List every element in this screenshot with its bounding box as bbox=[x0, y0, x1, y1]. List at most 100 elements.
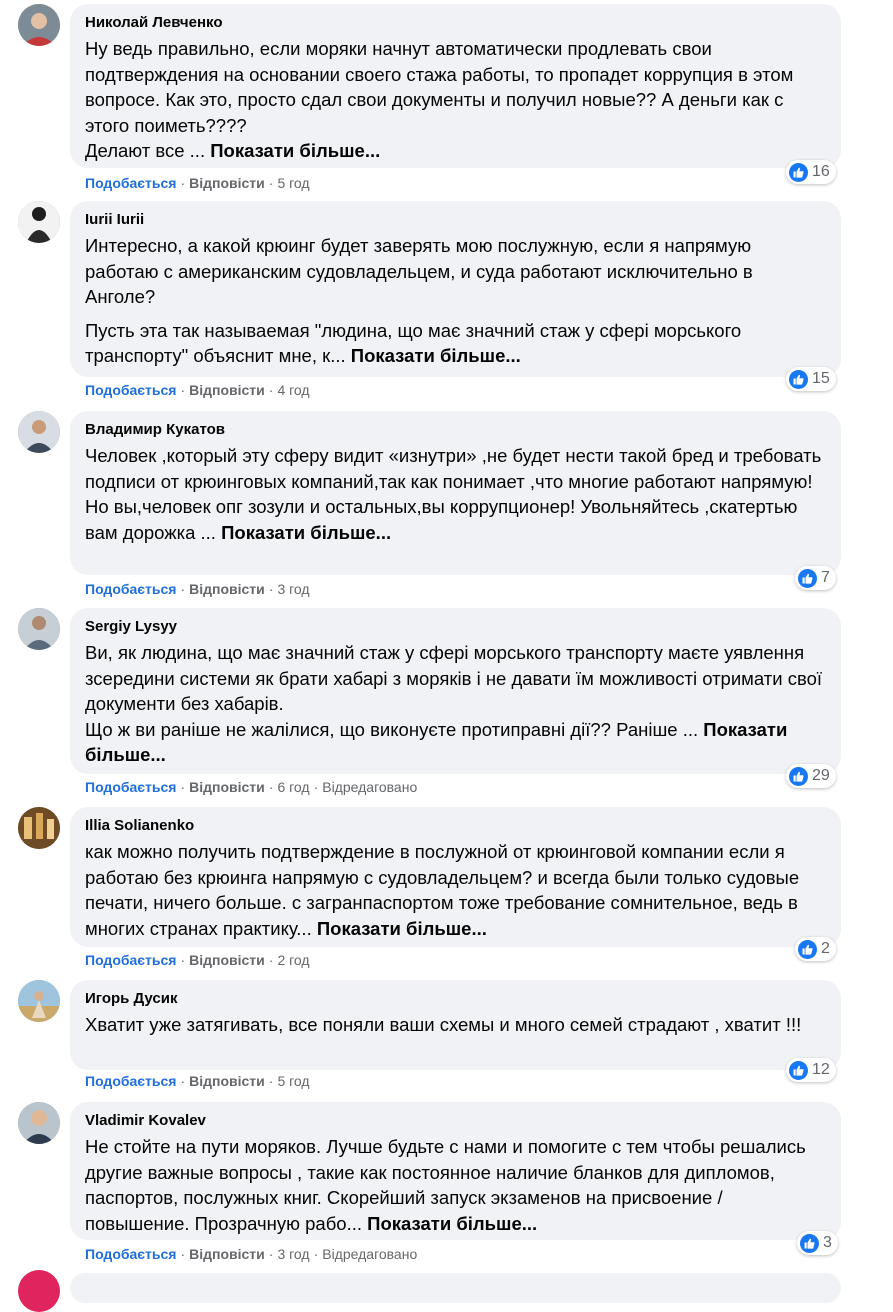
avatar[interactable] bbox=[18, 1270, 60, 1312]
comment-time[interactable]: 3 год bbox=[277, 581, 309, 597]
show-more-link[interactable]: Показати більше... bbox=[351, 345, 521, 366]
comment-time[interactable]: 4 год bbox=[277, 382, 309, 398]
comment-actions: Подобається · Відповісти · 5 год bbox=[85, 1072, 310, 1090]
avatar[interactable] bbox=[18, 411, 60, 453]
avatar[interactable] bbox=[18, 1102, 60, 1144]
avatar[interactable] bbox=[18, 4, 60, 46]
like-button[interactable]: Подобається bbox=[85, 175, 176, 191]
comment-actions: Подобається · Відповісти · 4 год bbox=[85, 381, 310, 399]
separator: · bbox=[268, 382, 274, 398]
comment-time[interactable]: 5 год bbox=[277, 1073, 309, 1089]
thumbs-up-icon bbox=[789, 1060, 808, 1080]
separator: · bbox=[180, 382, 186, 398]
avatar[interactable] bbox=[18, 807, 60, 849]
avatar[interactable] bbox=[18, 608, 60, 650]
comment-paragraph: Хватит уже затягивать, все поняли ваши с… bbox=[85, 1014, 802, 1035]
reaction-number: 16 bbox=[812, 163, 830, 180]
comment-paragraph: Ви, як людина, що має значний стаж у сфе… bbox=[85, 642, 823, 714]
thumbs-up-icon bbox=[789, 369, 808, 389]
reaction-count[interactable]: 7 bbox=[795, 566, 836, 590]
comment-bubble: Владимир Кукатов Человек ,который эту сф… bbox=[70, 411, 841, 575]
comment-text: Не стойте на пути моряков. Лучше будьте … bbox=[85, 1134, 826, 1236]
reaction-count[interactable]: 16 bbox=[786, 160, 836, 184]
show-more-link[interactable]: Показати більше... bbox=[210, 140, 380, 161]
comment-bubble: Sergiy Lysyy Ви, як людина, що має значн… bbox=[70, 608, 841, 774]
comment-paragraph-last: Що ж ви раніше не жалілися, що виконуєте… bbox=[85, 717, 826, 768]
comment-paragraph-text: Що ж ви раніше не жалілися, що виконуєте… bbox=[85, 718, 699, 740]
comment-text: как можно получить подтверждение в послу… bbox=[85, 839, 826, 941]
like-button[interactable]: Подобається bbox=[85, 581, 176, 597]
avatar[interactable] bbox=[18, 201, 60, 243]
reaction-number: 29 bbox=[812, 767, 830, 784]
like-button[interactable]: Подобається bbox=[85, 1073, 176, 1089]
comment-actions: Подобається · Відповісти · 6 год · Відредагова… bbox=[85, 778, 417, 796]
avatar[interactable] bbox=[18, 980, 60, 1022]
reply-button[interactable]: Відповісти bbox=[189, 175, 265, 191]
comment-author[interactable]: Sergiy Lysyy bbox=[85, 617, 826, 637]
separator: · bbox=[180, 581, 186, 597]
comment-bubble: Iurii Iurii Интересно, а какой крюинг бу… bbox=[70, 201, 841, 377]
comment-bubble: Illia Solianenko как можно получить подт… bbox=[70, 807, 841, 947]
like-button[interactable]: Подобається bbox=[85, 779, 176, 795]
reaction-count[interactable]: 12 bbox=[786, 1058, 836, 1082]
comment-bubble bbox=[70, 1273, 841, 1303]
reaction-count[interactable]: 29 bbox=[786, 764, 836, 788]
show-more-link[interactable]: Показати більше... bbox=[221, 522, 391, 543]
comment-paragraph-last: Но вы,человек опг зозули и остальных,вы … bbox=[85, 494, 826, 545]
like-button[interactable]: Подобається bbox=[85, 382, 176, 398]
reaction-count[interactable]: 15 bbox=[786, 367, 836, 391]
separator: · bbox=[268, 581, 274, 597]
separator: · bbox=[313, 779, 319, 795]
edited-label: Відредаговано bbox=[322, 1246, 418, 1262]
separator: · bbox=[268, 779, 274, 795]
reply-button[interactable]: Відповісти bbox=[189, 1073, 265, 1089]
edited-label: Відредаговано bbox=[322, 779, 418, 795]
separator: · bbox=[180, 779, 186, 795]
comment-time[interactable]: 2 год bbox=[277, 952, 309, 968]
comment-author[interactable]: Vladimir Kovalev bbox=[85, 1111, 826, 1131]
comment-actions: Подобається · Відповісти · 3 год bbox=[85, 580, 310, 598]
comment-paragraph-last: Делают все ... Показати більше... bbox=[85, 138, 826, 164]
separator: · bbox=[268, 952, 274, 968]
comment-author[interactable]: Iurii Iurii bbox=[85, 210, 826, 230]
thumbs-up-icon bbox=[798, 568, 817, 588]
comment-paragraph-last: как можно получить подтверждение в послу… bbox=[85, 839, 826, 941]
reaction-count[interactable]: 2 bbox=[795, 937, 836, 961]
comment-time[interactable]: 6 год bbox=[277, 779, 309, 795]
show-more-link[interactable]: Показати більше... bbox=[317, 918, 487, 939]
comment-actions: Подобається · Відповісти · 5 год bbox=[85, 174, 310, 192]
comment-text: Интересно, а какой крюинг будет заверять… bbox=[85, 233, 826, 369]
comment-text: Ну ведь правильно, если моряки начнут ав… bbox=[85, 36, 826, 164]
comment-bubble: Vladimir Kovalev Не стойте на пути моряк… bbox=[70, 1102, 841, 1240]
comment-paragraph: Интересно, а какой крюинг будет заверять… bbox=[85, 235, 753, 307]
like-button[interactable]: Подобається bbox=[85, 1246, 176, 1262]
reaction-number: 2 bbox=[821, 940, 830, 957]
reaction-number: 12 bbox=[812, 1061, 830, 1078]
comment-text: Хватит уже затягивать, все поняли ваши с… bbox=[85, 1012, 826, 1038]
comment-author[interactable]: Illia Solianenko bbox=[85, 816, 826, 836]
reply-button[interactable]: Відповісти bbox=[189, 382, 265, 398]
comment-author[interactable]: Николай Левченко bbox=[85, 13, 826, 33]
separator: · bbox=[313, 1246, 319, 1262]
reply-button[interactable]: Відповісти bbox=[189, 779, 265, 795]
reply-button[interactable]: Відповісти bbox=[189, 1246, 265, 1262]
thumbs-up-icon bbox=[800, 1233, 819, 1253]
separator: · bbox=[180, 175, 186, 191]
reply-button[interactable]: Відповісти bbox=[189, 952, 265, 968]
comment-actions: Подобається · Відповісти · 3 год · Відредагова… bbox=[85, 1245, 417, 1263]
reaction-number: 3 bbox=[823, 1234, 832, 1251]
comment-paragraph: Человек ,который эту сферу видит «изнутр… bbox=[85, 445, 822, 492]
separator: · bbox=[180, 952, 186, 968]
comment-time[interactable]: 5 год bbox=[277, 175, 309, 191]
comment-actions: Подобається · Відповісти · 2 год bbox=[85, 951, 310, 969]
comment-author[interactable]: Игорь Дусик bbox=[85, 989, 826, 1009]
comment-time[interactable]: 3 год bbox=[277, 1246, 309, 1262]
reply-button[interactable]: Відповісти bbox=[189, 581, 265, 597]
comment-author[interactable]: Владимир Кукатов bbox=[85, 420, 826, 440]
reaction-count[interactable]: 3 bbox=[797, 1231, 838, 1255]
comment-paragraph-last: Не стойте на пути моряков. Лучше будьте … bbox=[85, 1134, 826, 1236]
comment-paragraph-text: Но вы,человек опг зозули и остальных,вы … bbox=[85, 496, 798, 543]
like-button[interactable]: Подобається bbox=[85, 952, 176, 968]
separator: · bbox=[268, 1073, 274, 1089]
show-more-link[interactable]: Показати більше... bbox=[367, 1213, 537, 1234]
